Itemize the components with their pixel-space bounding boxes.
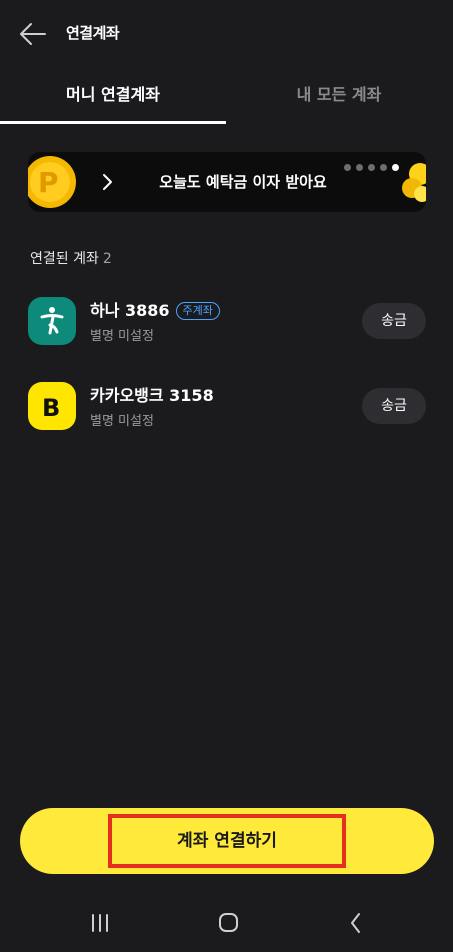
carousel-dots [344, 164, 399, 172]
back-button[interactable] [18, 20, 48, 48]
account-nickname: 별명 미설정 [90, 329, 154, 344]
primary-account-badge: 주계좌 [175, 302, 220, 320]
carousel-dot [344, 164, 351, 171]
connect-account-button[interactable]: 계좌 연결하기 [20, 808, 434, 874]
home-icon [219, 913, 238, 932]
send-money-button[interactable]: 송금 [362, 388, 426, 424]
linked-accounts-heading: 연결된 계좌 2 [30, 248, 112, 268]
carousel-dot [368, 164, 375, 171]
account-name: 하나 3886 주계좌 [90, 297, 220, 321]
connect-account-label: 계좌 연결하기 [108, 814, 346, 868]
money-bag-icon [402, 163, 426, 202]
recent-apps-button[interactable] [82, 908, 118, 938]
coin-icon: P [28, 156, 76, 208]
chevron-right-icon [103, 174, 112, 190]
account-row[interactable]: 하나 3886 주계좌 별명 미설정 송금 [28, 291, 426, 353]
hana-logo-icon [40, 307, 64, 335]
kakaobank-logo: B [28, 382, 76, 430]
recent-apps-icon [92, 914, 108, 932]
banner-text: 오늘도 예탁금 이자 받아요 [159, 173, 327, 191]
send-money-button[interactable]: 송금 [362, 303, 426, 339]
linked-accounts-screen: 연결계좌 머니 연결계좌 내 모든 계좌 P 오늘도 예탁금 이자 받아요 연결… [0, 0, 453, 952]
carousel-dot [356, 164, 363, 171]
hana-bank-logo [28, 297, 76, 345]
kakaobank-logo-icon: B [42, 394, 60, 422]
arrow-left-icon [20, 23, 46, 45]
system-navigation-bar [0, 896, 453, 952]
chevron-left-icon [351, 913, 360, 933]
system-back-button[interactable] [338, 908, 374, 938]
account-row[interactable]: B 카카오뱅크 3158 별명 미설정 송금 [28, 376, 426, 438]
tab-all-my-accounts[interactable]: 내 모든 계좌 [226, 68, 452, 124]
app-header: 연결계좌 [0, 0, 453, 68]
page-title: 연결계좌 [66, 24, 120, 42]
carousel-dot [380, 164, 387, 171]
account-name-text: 하나 3886 [90, 301, 170, 320]
section-label: 연결된 계좌 [30, 251, 99, 267]
coin-letter: P [38, 166, 59, 199]
tab-money-linked-accounts[interactable]: 머니 연결계좌 [0, 68, 226, 124]
tab-bar: 머니 연결계좌 내 모든 계좌 [0, 68, 453, 124]
carousel-dot-active [392, 164, 399, 171]
account-name: 카카오뱅크 3158 [90, 386, 214, 405]
section-count: 2 [102, 251, 112, 267]
promo-banner[interactable]: P 오늘도 예탁금 이자 받아요 [28, 152, 426, 212]
account-nickname: 별명 미설정 [90, 414, 154, 429]
kakaobank-logo-letter: B [42, 394, 60, 422]
home-button[interactable] [210, 908, 246, 938]
